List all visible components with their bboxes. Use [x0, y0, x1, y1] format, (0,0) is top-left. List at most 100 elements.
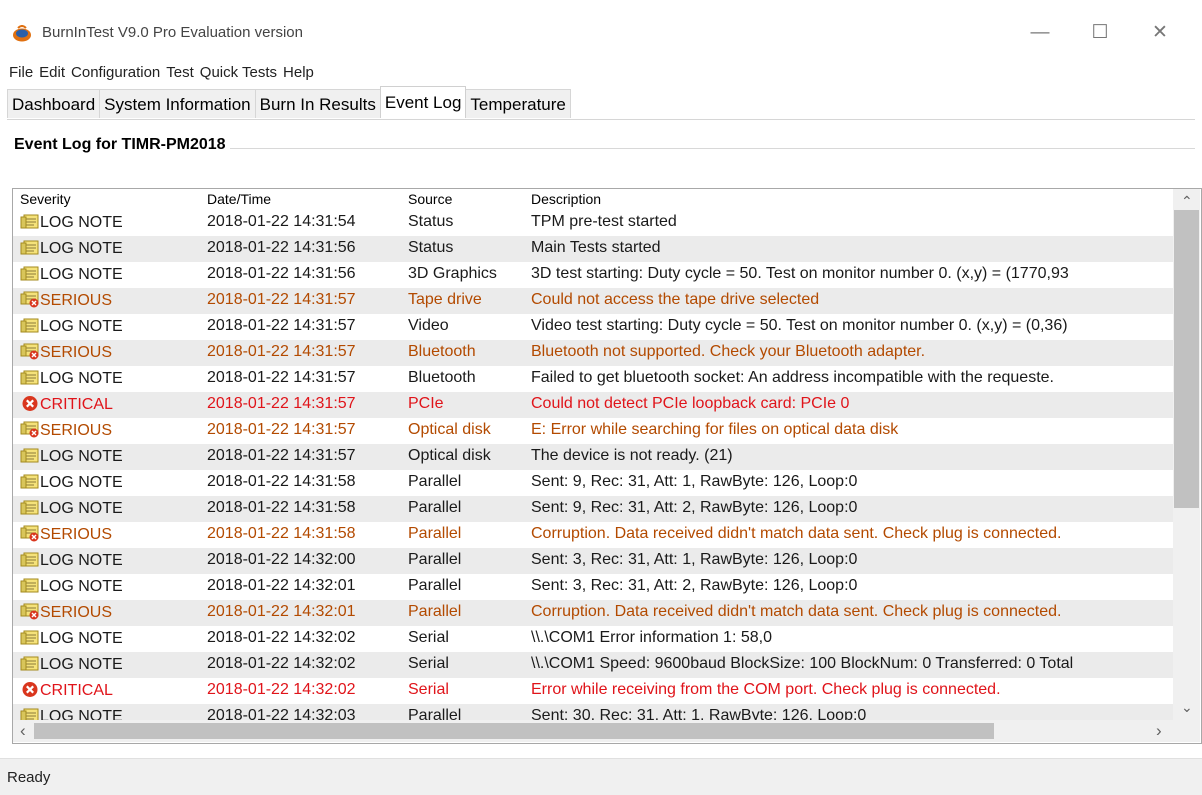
source-cell: Bluetooth: [408, 369, 476, 386]
source-cell: Optical disk: [408, 447, 491, 464]
horizontal-scrollbar[interactable]: ‹ ›: [13, 720, 1173, 742]
severity-label: LOG NOTE: [40, 370, 123, 387]
menu-edit[interactable]: Edit: [36, 60, 68, 86]
description-cell: Error while receiving from the COM port.…: [531, 681, 1001, 698]
close-button[interactable]: ✕: [1137, 17, 1183, 49]
severity-label: LOG NOTE: [40, 266, 123, 283]
datetime-cell: 2018-01-22 14:31:54: [207, 213, 356, 230]
description-cell: TPM pre-test started: [531, 213, 677, 230]
table-row[interactable]: CRITICAL 2018-01-22 14:32:02 Serial Error w…: [13, 678, 1173, 704]
table-row[interactable]: LOG NOTE 2018-01-22 14:31:58 Parallel Sent:…: [13, 496, 1173, 522]
table-row[interactable]: LOG NOTE 2018-01-22 14:32:01 Parallel Sent:…: [13, 574, 1173, 600]
source-cell: Status: [408, 213, 454, 230]
severity-cell: SERIOUS: [20, 421, 198, 440]
table-row[interactable]: LOG NOTE 2018-01-22 14:31:57 Video Video te…: [13, 314, 1173, 340]
table-row[interactable]: LOG NOTE 2018-01-22 14:31:57 Optical disk T…: [13, 444, 1173, 470]
menu-quick-tests[interactable]: Quick Tests: [197, 60, 280, 86]
tab-dashboard[interactable]: Dashboard: [7, 89, 101, 118]
tab-temperature[interactable]: Temperature: [465, 89, 571, 118]
scroll-up-arrow[interactable]: ⌃: [1181, 193, 1193, 210]
source-cell: Serial: [408, 655, 449, 672]
table-row[interactable]: SERIOUS 2018-01-22 14:31:57 Tape drive Coul…: [13, 288, 1173, 314]
menu-file[interactable]: File: [0, 60, 36, 86]
datetime-cell: 2018-01-22 14:31:57: [207, 369, 356, 386]
description-cell: Could not detect PCIe loopback card: PCI…: [531, 395, 850, 412]
notepad-icon: [20, 239, 40, 256]
datetime-cell: 2018-01-22 14:32:02: [207, 681, 356, 698]
table-row[interactable]: LOG NOTE 2018-01-22 14:31:56 Status Main Te…: [13, 236, 1173, 262]
notepad-icon: [20, 551, 40, 568]
table-row[interactable]: LOG NOTE 2018-01-22 14:31:54 Status TPM pre…: [13, 210, 1173, 236]
severity-cell: LOG NOTE: [20, 473, 198, 492]
source-cell: Parallel: [408, 551, 462, 568]
severity-label: LOG NOTE: [40, 656, 123, 673]
severity-cell: SERIOUS: [20, 525, 198, 544]
severity-label: LOG NOTE: [40, 240, 123, 257]
table-row[interactable]: SERIOUS 2018-01-22 14:31:58 Parallel Corrup…: [13, 522, 1173, 548]
source-cell: Serial: [408, 629, 449, 646]
severity-cell: SERIOUS: [20, 291, 198, 310]
description-cell: Main Tests started: [531, 239, 661, 256]
minimize-button[interactable]: —: [1017, 17, 1063, 49]
severity-cell: CRITICAL: [20, 395, 198, 414]
tab-burn-in-results[interactable]: Burn In Results: [254, 89, 381, 118]
table-row[interactable]: LOG NOTE 2018-01-22 14:31:56 3D Graphics 3D…: [13, 262, 1173, 288]
notepad-icon: [20, 499, 40, 516]
table-row[interactable]: CRITICAL 2018-01-22 14:31:57 PCIe Could not…: [13, 392, 1173, 418]
scroll-down-arrow[interactable]: ⌄: [1181, 699, 1193, 716]
status-bar: Ready: [0, 758, 1202, 795]
severity-label: SERIOUS: [40, 292, 113, 309]
source-cell: Parallel: [408, 577, 462, 594]
menu-bar: File Edit Configuration Test Quick Tests Help: [0, 60, 317, 86]
datetime-cell: 2018-01-22 14:31:57: [207, 317, 356, 334]
horizontal-scroll-thumb[interactable]: [34, 723, 994, 739]
notepad-icon: [20, 447, 40, 464]
description-cell: \\.\COM1 Error information 1: 58,0: [531, 629, 772, 646]
severity-label: CRITICAL: [40, 396, 113, 413]
menu-test[interactable]: Test: [163, 60, 197, 86]
event-log-list[interactable]: Severity Date/Time Source Description LO…: [12, 188, 1202, 744]
description-cell: Sent: 3, Rec: 31, Att: 2, RawByte: 126, …: [531, 577, 858, 594]
tab-event-log[interactable]: Event Log: [379, 86, 467, 118]
datetime-cell: 2018-01-22 14:31:57: [207, 343, 356, 360]
datetime-cell: 2018-01-22 14:32:01: [207, 603, 356, 620]
notepad-icon: [20, 265, 40, 282]
vertical-scroll-thumb[interactable]: [1174, 210, 1199, 508]
table-row[interactable]: LOG NOTE 2018-01-22 14:32:02 Serial \\.\COM…: [13, 652, 1173, 678]
column-header-datetime[interactable]: Date/Time: [207, 191, 271, 207]
description-cell: Failed to get bluetooth socket: An addre…: [531, 369, 1054, 386]
table-row[interactable]: LOG NOTE 2018-01-22 14:31:58 Parallel Sent:…: [13, 470, 1173, 496]
notepad-icon: [20, 213, 40, 230]
scroll-right-arrow[interactable]: ›: [1156, 721, 1162, 741]
table-row[interactable]: SERIOUS 2018-01-22 14:32:01 Parallel Corrup…: [13, 600, 1173, 626]
notepad-error-icon: [20, 291, 40, 308]
title-bar: BurnInTest V9.0 Pro Evaluation version —…: [0, 0, 1202, 66]
scroll-left-arrow[interactable]: ‹: [20, 721, 26, 741]
menu-configuration[interactable]: Configuration: [68, 60, 163, 86]
notepad-error-icon: [20, 343, 40, 360]
table-row[interactable]: LOG NOTE 2018-01-22 14:32:02 Serial \\.\COM…: [13, 626, 1173, 652]
datetime-cell: 2018-01-22 14:31:58: [207, 499, 356, 516]
table-row[interactable]: SERIOUS 2018-01-22 14:31:57 Optical disk E:…: [13, 418, 1173, 444]
source-cell: Parallel: [408, 525, 462, 542]
window-title: BurnInTest V9.0 Pro Evaluation version: [42, 24, 303, 41]
column-header-description[interactable]: Description: [531, 191, 601, 207]
table-row[interactable]: LOG NOTE 2018-01-22 14:32:03 Parallel Sent:…: [13, 704, 1173, 720]
vertical-scrollbar[interactable]: ⌃ ⌄: [1173, 189, 1200, 720]
table-row[interactable]: SERIOUS 2018-01-22 14:31:57 Bluetooth Bluet…: [13, 340, 1173, 366]
tab-system-information[interactable]: System Information: [99, 89, 256, 118]
menu-help[interactable]: Help: [280, 60, 317, 86]
description-cell: Sent: 9, Rec: 31, Att: 1, RawByte: 126, …: [531, 473, 858, 490]
table-row[interactable]: LOG NOTE 2018-01-22 14:32:00 Parallel Sent:…: [13, 548, 1173, 574]
datetime-cell: 2018-01-22 14:32:02: [207, 655, 356, 672]
severity-cell: LOG NOTE: [20, 629, 198, 648]
column-header-source[interactable]: Source: [408, 191, 452, 207]
severity-label: LOG NOTE: [40, 214, 123, 231]
severity-label: LOG NOTE: [40, 448, 123, 465]
maximize-button[interactable]: ☐: [1077, 17, 1123, 49]
severity-cell: LOG NOTE: [20, 317, 198, 336]
column-header-severity[interactable]: Severity: [20, 191, 71, 207]
burnintest-app-icon: [13, 25, 31, 42]
source-cell: Serial: [408, 681, 449, 698]
table-row[interactable]: LOG NOTE 2018-01-22 14:31:57 Bluetooth Fail…: [13, 366, 1173, 392]
